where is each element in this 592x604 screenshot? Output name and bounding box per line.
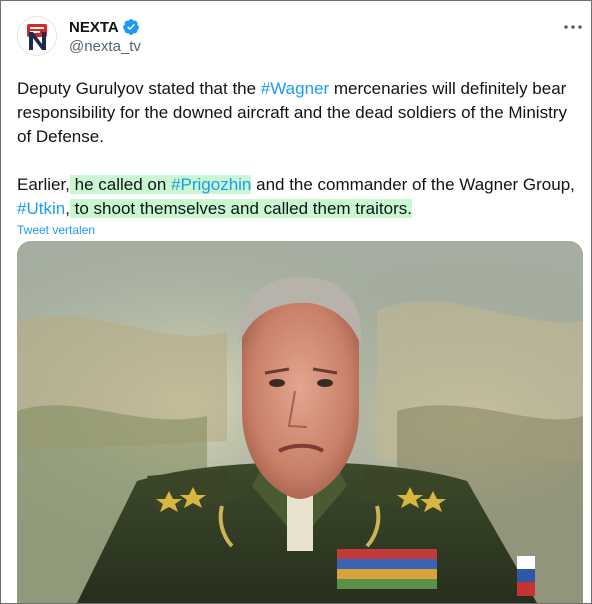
tweet-media-photo[interactable] [17,241,583,603]
hashtag-utkin[interactable]: #Utkin [17,199,65,218]
author-name-row: NEXTA [69,17,140,37]
tweet-paragraph-1: Deputy Gurulyov stated that the #Wagner … [17,77,577,149]
text-segment: Deputy Gurulyov stated that the [17,79,261,98]
photo-illustration [17,241,583,603]
author-name[interactable]: NEXTA [69,19,119,36]
author-handle[interactable]: @nexta_tv [69,38,141,55]
tweet-paragraph-2: Earlier, he called on #Prigozhin and the… [17,173,577,221]
text-segment: Earlier, [17,175,70,194]
author-avatar[interactable] [17,16,57,56]
highlighted-text: to shoot themselves and called them trai… [69,199,412,218]
text-segment: and the commander of the Wagner Group, [251,175,575,194]
text-segment: he called on [69,175,172,194]
hashtag-wagner[interactable]: #Wagner [261,79,329,98]
verified-badge-icon [122,19,139,35]
more-options-icon[interactable] [561,15,585,39]
tweet-text: Deputy Gurulyov stated that the #Wagner … [17,77,577,221]
translate-tweet-link[interactable]: Tweet vertalen [17,223,95,237]
tweet-header: NEXTA @nexta_tv [1,1,591,71]
hashtag-prigozhin[interactable]: #Prigozhin [171,175,251,194]
tweet-card: NEXTA @nexta_tv Deputy Gurulyov stated t… [0,0,592,604]
highlighted-text: he called on #Prigozhin [69,175,252,194]
nexta-logo-icon [18,17,56,55]
